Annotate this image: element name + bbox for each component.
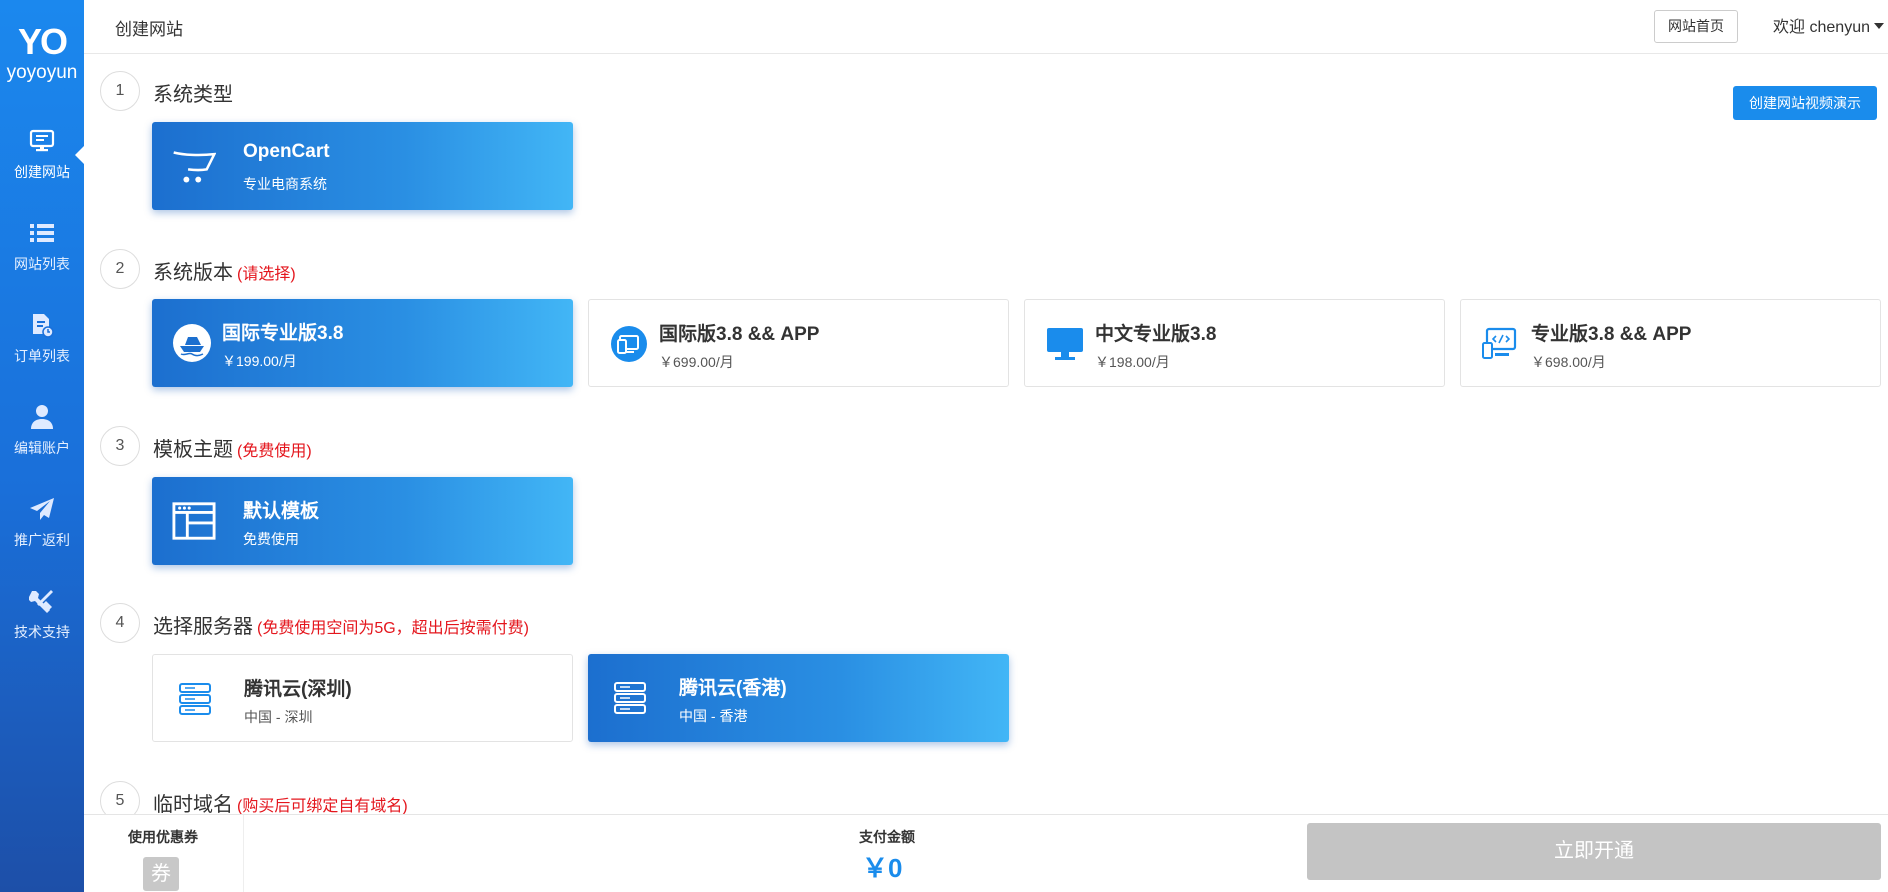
header: 创建网站 网站首页 欢迎 chenyun [84, 0, 1888, 54]
sidebar-item-order-list[interactable]: 订单列表 [0, 292, 84, 384]
section-title-text: 系统版本 [153, 262, 233, 284]
cart-icon [172, 146, 216, 186]
chevron-down-icon [1874, 23, 1884, 29]
section-title-text: 选择服务器 [153, 616, 253, 638]
page-title: 创建网站 [115, 20, 183, 39]
paper-plane-icon [27, 494, 57, 524]
footer-bar: 使用优惠券 券 支付金额 ￥0 立即开通 [84, 814, 1888, 892]
server-icon [173, 679, 217, 719]
step-number: 3 [100, 426, 140, 466]
card-name: 国际版3.8 && APP [659, 324, 820, 345]
section-title: 临时域名 (购买后可绑定自有域名) [153, 788, 408, 814]
order-file-icon [27, 310, 57, 340]
pay-amount-label: 支付金额 [859, 829, 915, 845]
user-menu[interactable]: 欢迎 chenyun [1773, 13, 1884, 37]
version-card-intl-pro[interactable]: 国际专业版3.8 ￥199.00/月 [152, 299, 573, 387]
logo[interactable]: YO yoyoyun [0, 0, 84, 108]
card-price: ￥699.00/月 [659, 354, 734, 370]
monitor-icon [27, 126, 57, 156]
section-note: (免费使用空间为5G，超出后按需付费) [257, 620, 530, 637]
version-card-intl-app[interactable]: 国际版3.8 && APP ￥699.00/月 [588, 299, 1009, 387]
logo-mark: YO [17, 21, 68, 62]
server-card-hongkong[interactable]: 腾讯云(香港) 中国 - 香港 [588, 654, 1009, 742]
sidebar-item-referral[interactable]: 推广返利 [0, 476, 84, 568]
card-name: OpenCart [243, 141, 330, 162]
section-note: (请选择) [237, 266, 296, 283]
logo-text: yoyoyun [6, 62, 78, 83]
sidebar-item-create-site[interactable]: 创建网站 [0, 108, 84, 200]
section-title: 模板主题 (免费使用) [153, 433, 312, 462]
section-title: 系统版本 (请选择) [153, 256, 296, 285]
card-name: 国际专业版3.8 [222, 323, 344, 344]
section-note: (购买后可绑定自有域名) [237, 798, 408, 814]
section-title-text: 临时域名 [153, 794, 233, 814]
section-title: 选择服务器 (免费使用空间为5G，超出后按需付费) [153, 610, 529, 639]
sidebar-item-label: 订单列表 [14, 348, 70, 364]
server-icon [608, 678, 652, 718]
code-devices-icon [1479, 324, 1523, 364]
card-desc: 专业电商系统 [243, 176, 327, 192]
sidebar-item-support[interactable]: 技术支持 [0, 568, 84, 660]
coupon-label: 使用优惠券 [128, 829, 198, 845]
user-greeting: 欢迎 chenyun [1773, 19, 1870, 36]
ship-icon [170, 323, 214, 363]
template-icon [172, 501, 216, 541]
desktop-icon [1043, 324, 1087, 364]
video-demo-button[interactable]: 创建网站视频演示 [1733, 86, 1877, 120]
card-region: 中国 - 深圳 [244, 709, 313, 725]
sidebar-item-label: 创建网站 [14, 164, 70, 180]
server-card-shenzhen[interactable]: 腾讯云(深圳) 中国 - 深圳 [152, 654, 573, 742]
section-title-text: 模板主题 [153, 439, 233, 461]
card-name: 默认模板 [243, 501, 320, 522]
card-price: ￥698.00/月 [1531, 354, 1606, 370]
step-number: 1 [100, 71, 140, 111]
site-home-button[interactable]: 网站首页 [1654, 10, 1738, 43]
sidebar-item-label: 技术支持 [14, 624, 70, 640]
sidebar-item-label: 推广返利 [14, 532, 70, 548]
card-desc: 免费使用 [243, 531, 299, 547]
card-price: ￥199.00/月 [222, 353, 297, 369]
main-content[interactable]: 创建网站视频演示 1 系统类型 OpenCart 专业电商系统 2 系统版本 (请… [84, 55, 1888, 814]
section-title: 系统类型 [153, 78, 233, 107]
step-number: 2 [100, 249, 140, 289]
template-card-default[interactable]: 默认模板 免费使用 [152, 477, 573, 565]
card-name: 中文专业版3.8 [1095, 324, 1217, 345]
coupon-selector[interactable]: 使用优惠券 券 [84, 815, 244, 892]
tools-icon [27, 586, 57, 616]
sidebar-item-label: 网站列表 [14, 256, 70, 272]
card-name: 腾讯云(香港) [679, 678, 787, 699]
section-title-text: 系统类型 [153, 84, 233, 106]
card-name: 专业版3.8 && APP [1531, 324, 1692, 345]
user-icon [27, 402, 57, 432]
devices-icon [607, 324, 651, 364]
sidebar: YO yoyoyun 创建网站 网站列表 订单列表 编辑账户 推广返利 技术支持 [0, 0, 84, 892]
open-now-button[interactable]: 立即开通 [1307, 823, 1881, 880]
list-icon [27, 218, 57, 248]
version-card-pro-app[interactable]: 专业版3.8 && APP ￥698.00/月 [1460, 299, 1881, 387]
step-number: 4 [100, 603, 140, 643]
section-note: (免费使用) [237, 443, 312, 460]
system-type-card-opencart[interactable]: OpenCart 专业电商系统 [152, 122, 573, 210]
coupon-icon[interactable]: 券 [143, 857, 179, 891]
pay-amount-value: ￥0 [862, 853, 903, 883]
card-price: ￥198.00/月 [1095, 354, 1170, 370]
version-card-cn-pro[interactable]: 中文专业版3.8 ￥198.00/月 [1024, 299, 1445, 387]
sidebar-item-edit-account[interactable]: 编辑账户 [0, 384, 84, 476]
sidebar-item-label: 编辑账户 [14, 440, 70, 456]
sidebar-item-site-list[interactable]: 网站列表 [0, 200, 84, 292]
step-number: 5 [100, 781, 140, 814]
card-name: 腾讯云(深圳) [244, 679, 352, 700]
card-region: 中国 - 香港 [679, 708, 748, 724]
